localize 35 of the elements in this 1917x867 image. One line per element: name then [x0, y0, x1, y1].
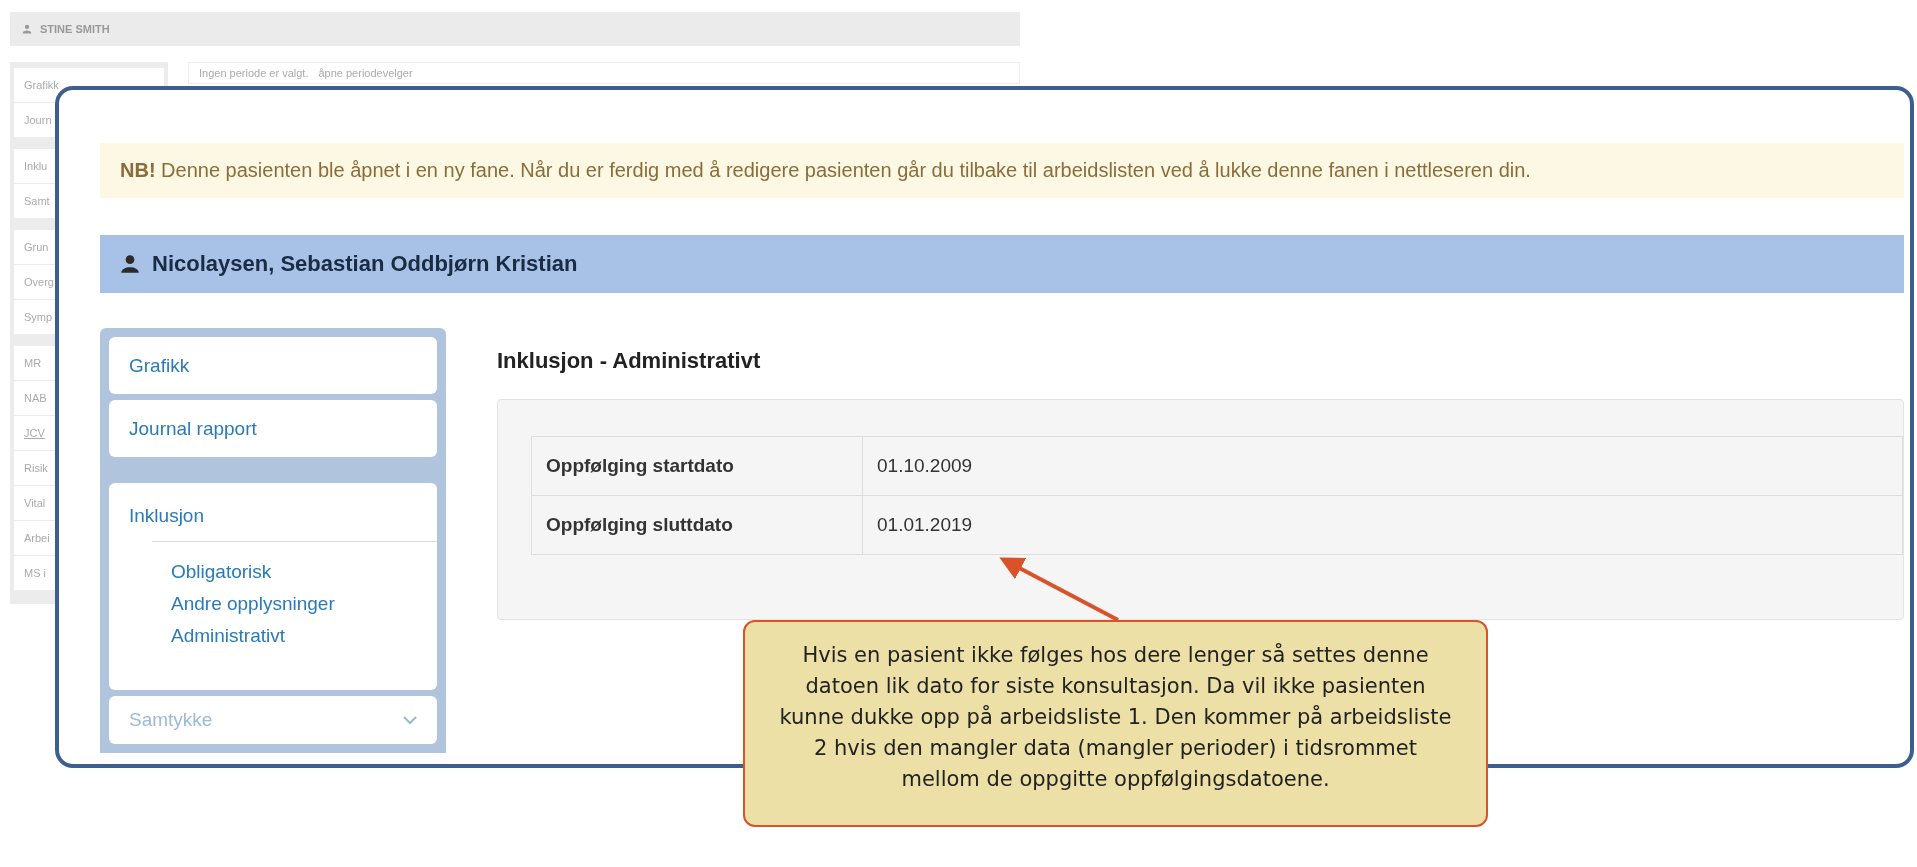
sidebar-item[interactable]: Overg [24, 276, 54, 288]
callout-note: Hvis en pasient ikke følges hos dere lenger så settes denne datoen lik dato for siste konsultasjon. Da vil ikke pasienten kunne dukke opp på arbeidsliste 1. Den kommer på arbeidsliste 2 hvis den mangler data (mangler perioder) i tidsrommet mellom de oppgitte oppfølgingsdatoene. [743, 620, 1488, 827]
sidebar-sublink[interactable]: Andre opplysninger [171, 588, 335, 620]
sidebar-item[interactable]: Vital [24, 497, 46, 509]
table-cell: 01.10.2009 [862, 436, 1903, 496]
sidebar-item[interactable]: NAB [24, 392, 47, 404]
sidebar-group-label[interactable]: Inklusjon [129, 505, 437, 527]
sidebar-item[interactable]: Risik [24, 462, 48, 474]
sidebar-item[interactable]: MS i [24, 567, 46, 579]
sidebar-item[interactable]: Grafikk [109, 337, 437, 394]
period-notice: Ingen periode er valgt. [199, 67, 309, 79]
chevron-down-icon [403, 715, 417, 725]
patient-name: Nicolaysen, Sebastian Oddbjørn Kristian [152, 251, 578, 277]
sidebar-sublink[interactable]: Administrativt [171, 620, 286, 652]
alert-message: NB! Denne pasienten ble åpnet i en ny fane. Når du er ferdig med å redigere pasienten går du tilbake til arbeidslisten ved å lukke denne fanen i nettleseren din. [100, 143, 1904, 198]
user-icon [22, 24, 32, 34]
table-cell: Oppfølging startdato [531, 436, 863, 496]
sidebar-item[interactable]: MR [24, 357, 42, 369]
sidebar-item[interactable]: JCV [24, 427, 45, 439]
sidebar-item[interactable]: Grun [24, 241, 49, 253]
table-cell: Oppfølging sluttdato [531, 495, 863, 555]
table-cell: 01.01.2019 [862, 495, 1903, 555]
sidebar-item[interactable]: Symp [24, 311, 53, 323]
sidebar-item[interactable]: Samtykke [109, 696, 437, 744]
sidebar-item[interactable]: Inklu [24, 160, 48, 172]
sidebar-item[interactable]: Journ [24, 114, 52, 126]
sidebar-item[interactable]: Arbei [24, 532, 50, 544]
period-link[interactable]: åpne periodevelger [318, 67, 413, 79]
user-name: STINE SMITH [40, 23, 110, 35]
sidebar-item[interactable]: Journal rapport [109, 400, 437, 457]
section-title: Inklusjon - Administrativt [497, 348, 762, 374]
sidebar-item[interactable]: Samt [24, 195, 50, 207]
sidebar-sublink[interactable]: Obligatorisk [171, 556, 272, 588]
sidebar-item[interactable]: Grafikk [24, 79, 59, 91]
user-icon [120, 254, 140, 274]
